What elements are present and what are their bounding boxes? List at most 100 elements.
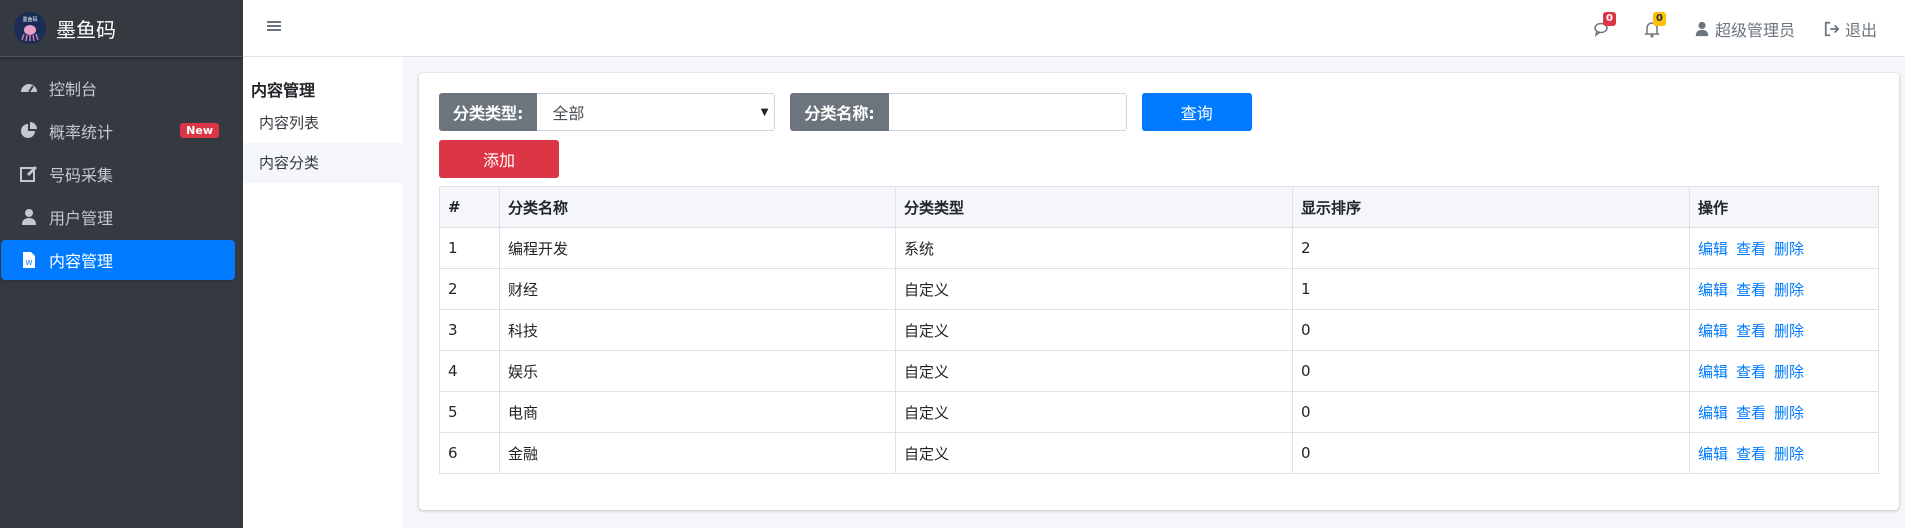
type-filter-value: 全部	[552, 104, 585, 123]
caret-down-icon: ▼	[760, 106, 769, 118]
table-cell: 编程开发	[499, 227, 896, 269]
edit-link[interactable]: 编辑	[1698, 363, 1728, 381]
table-row: 6 金融 自定义 0 编辑 查看 删除	[439, 432, 1879, 474]
actions-cell: 编辑 查看 删除	[1689, 268, 1879, 310]
column-header: 显示排序	[1292, 186, 1690, 228]
name-filter-label: 分类名称:	[790, 93, 889, 131]
edit-link[interactable]: 编辑	[1698, 240, 1728, 258]
add-button[interactable]: 添加	[439, 140, 559, 178]
table-cell: 自定义	[895, 391, 1293, 433]
brand-text: 墨鱼码	[56, 17, 116, 42]
actions-cell: 编辑 查看 删除	[1689, 309, 1879, 351]
sign-out-icon	[1823, 20, 1841, 38]
category-card: 分类类型: 全部 ▼ 分类名称: 查询 添加 # 分类名称 分类类型 显示排序 …	[419, 73, 1899, 510]
sidebar-item-label: 用户管理	[49, 209, 114, 228]
submenu-title: 内容管理	[251, 81, 316, 100]
actions-cell: 编辑 查看 删除	[1689, 391, 1879, 433]
view-link[interactable]: 查看	[1736, 363, 1766, 381]
type-filter-select[interactable]: 全部 ▼	[537, 93, 776, 131]
sidebar-item-label: 内容管理	[49, 252, 114, 271]
sidebar-nav: 控制台 概率统计 New 号码采集 用户管理 W 内容管理	[0, 57, 243, 280]
new-badge: New	[180, 123, 219, 138]
actions-cell: 编辑 查看 删除	[1689, 432, 1879, 474]
submenu-item-content-list[interactable]: 内容列表	[243, 103, 403, 143]
sidebar-item-users[interactable]: 用户管理	[1, 197, 235, 237]
table-cell: 自定义	[895, 350, 1293, 392]
view-link[interactable]: 查看	[1736, 322, 1766, 340]
view-link[interactable]: 查看	[1736, 445, 1766, 463]
sidebar-item-label: 控制台	[49, 80, 98, 99]
notifications-count-badge: 0	[1652, 11, 1666, 26]
sidebar-item-number-collect[interactable]: 号码采集	[1, 154, 235, 194]
table-cell: 财经	[499, 268, 896, 310]
table-row: 2 财经 自定义 1 编辑 查看 删除	[439, 268, 1879, 310]
view-link[interactable]: 查看	[1736, 281, 1766, 299]
actions-cell: 编辑 查看 删除	[1689, 350, 1879, 392]
user-name: 超级管理员	[1714, 20, 1795, 40]
table-cell: 2	[439, 268, 500, 310]
table-cell: 1	[1292, 268, 1690, 310]
edit-link[interactable]: 编辑	[1698, 445, 1728, 463]
sidebar-item-label: 概率统计	[49, 123, 114, 142]
table-cell: 电商	[499, 391, 896, 433]
table-cell: 自定义	[895, 432, 1293, 474]
table-cell: 自定义	[895, 268, 1293, 310]
notifications-button[interactable]: 0	[1643, 11, 1666, 38]
table-cell: 6	[439, 432, 500, 474]
edit-link[interactable]: 编辑	[1698, 322, 1728, 340]
table-cell: 科技	[499, 309, 896, 351]
table-cell: 自定义	[895, 309, 1293, 351]
table-body: 1 编程开发 系统 2 编辑 查看 删除 2 财经 自定义 1 编辑 查看 删除 3 科技 自定义 0 编辑 查看 删除…	[439, 227, 1879, 474]
logout-button[interactable]: 退出	[1823, 17, 1877, 41]
actions-cell: 编辑 查看 删除	[1689, 227, 1879, 269]
table-cell: 金融	[499, 432, 896, 474]
table-cell: 5	[439, 391, 500, 433]
user-menu[interactable]: 超级管理员	[1693, 17, 1795, 41]
table-header-row: # 分类名称 分类类型 显示排序 操作	[439, 186, 1879, 228]
sidebar-item-dashboard[interactable]: 控制台	[1, 68, 235, 108]
table-row: 3 科技 自定义 0 编辑 查看 删除	[439, 309, 1879, 351]
sidebar-item-statistics[interactable]: 概率统计 New	[1, 111, 235, 151]
table-cell: 3	[439, 309, 500, 351]
table-cell: 系统	[895, 227, 1293, 269]
table-row: 4 娱乐 自定义 0 编辑 查看 删除	[439, 350, 1879, 392]
table-row: 1 编程开发 系统 2 编辑 查看 删除	[439, 227, 1879, 269]
messages-count-badge: 0	[1602, 11, 1616, 26]
table-row: 5 电商 自定义 0 编辑 查看 删除	[439, 391, 1879, 433]
logout-label: 退出	[1844, 20, 1877, 40]
view-link[interactable]: 查看	[1736, 404, 1766, 422]
svg-text:W: W	[26, 259, 33, 267]
delete-link[interactable]: 删除	[1774, 445, 1804, 463]
edit-link[interactable]: 编辑	[1698, 281, 1728, 299]
messages-button[interactable]: 0	[1593, 11, 1616, 38]
submenu-item-content-category[interactable]: 内容分类	[243, 143, 403, 183]
user-icon	[19, 207, 39, 227]
sidebar-item-content[interactable]: W 内容管理	[1, 240, 235, 280]
delete-link[interactable]: 删除	[1774, 322, 1804, 340]
table-cell: 2	[1292, 227, 1690, 269]
brand-link[interactable]: 墨鱼码 墨鱼码	[0, 0, 243, 57]
sidebar: 墨鱼码 墨鱼码 控制台 概率统计 New 号码采集 用户管理 W 内容管理	[0, 0, 243, 528]
edit-link[interactable]: 编辑	[1698, 404, 1728, 422]
sidebar-item-label: 号码采集	[49, 166, 114, 185]
dashboard-icon	[19, 78, 39, 98]
table-cell: 0	[1292, 350, 1690, 392]
document-icon: W	[19, 250, 39, 270]
name-filter-input[interactable]	[888, 93, 1127, 131]
table-cell: 4	[439, 350, 500, 392]
table-cell: 1	[439, 227, 500, 269]
navbar-right: 0 0 超级管理员 退出	[1593, 0, 1905, 57]
delete-link[interactable]: 删除	[1774, 281, 1804, 299]
logo-text: 墨鱼码	[22, 16, 37, 23]
delete-link[interactable]: 删除	[1774, 363, 1804, 381]
type-filter-label: 分类类型:	[439, 93, 538, 131]
view-link[interactable]: 查看	[1736, 240, 1766, 258]
pie-chart-icon	[19, 121, 39, 141]
table-cell: 0	[1292, 432, 1690, 474]
edit-icon	[19, 164, 39, 184]
query-button[interactable]: 查询	[1141, 93, 1252, 131]
delete-link[interactable]: 删除	[1774, 240, 1804, 258]
table-cell: 0	[1292, 391, 1690, 433]
menu-toggle-icon[interactable]	[264, 16, 284, 36]
delete-link[interactable]: 删除	[1774, 404, 1804, 422]
